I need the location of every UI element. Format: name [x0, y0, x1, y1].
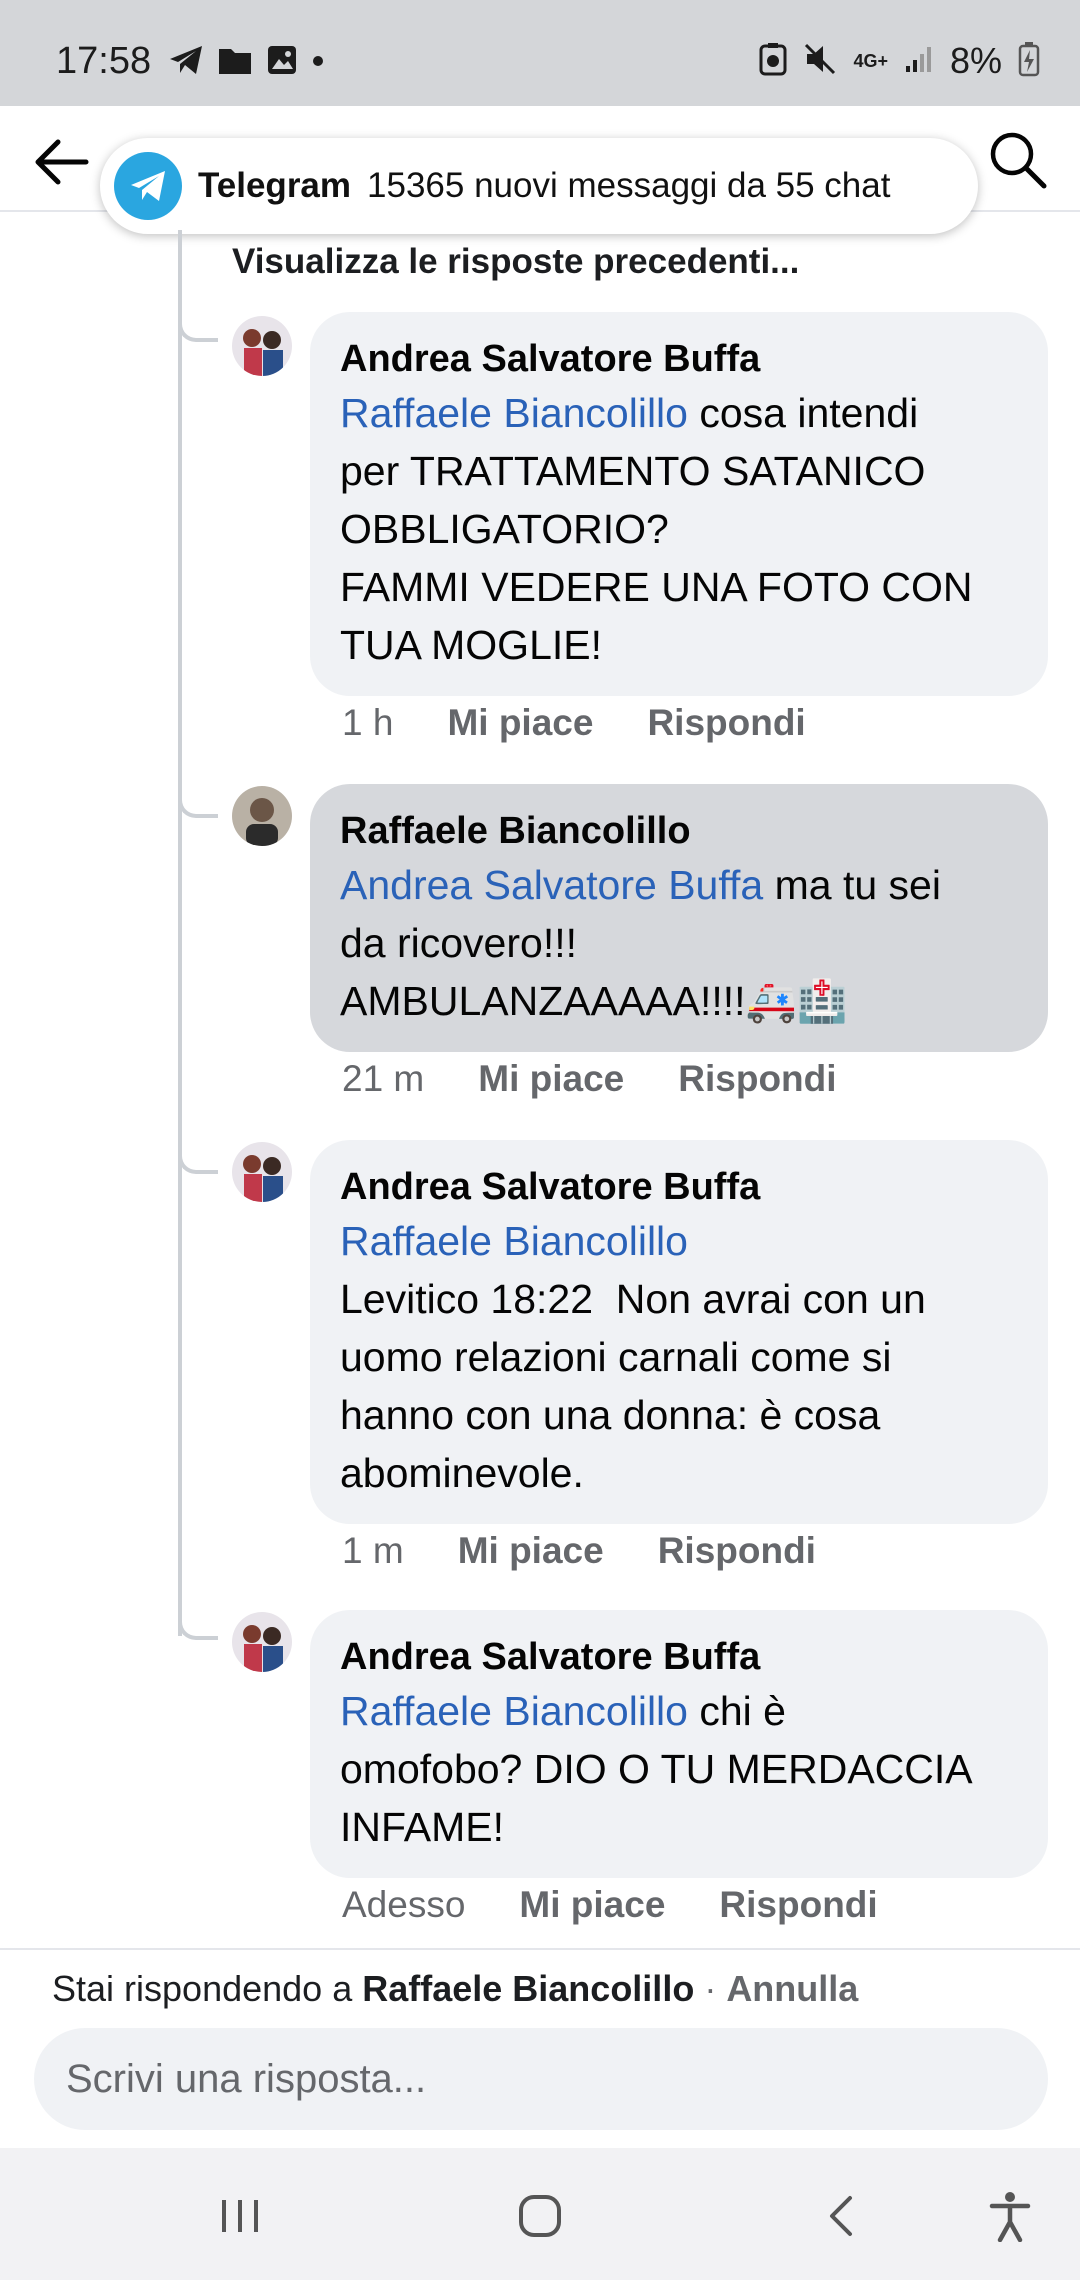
thread-line	[178, 230, 182, 1636]
reply-input-placeholder: Scrivi una risposta...	[66, 2056, 427, 2101]
accessibility-icon	[989, 2192, 1031, 2242]
comment-bubble[interactable]: Andrea Salvatore Buffa Raffaele Biancoli…	[310, 312, 1048, 696]
accessibility-button[interactable]	[978, 2184, 1042, 2248]
comment-author[interactable]: Andrea Salvatore Buffa	[340, 1632, 1018, 1682]
comment-time[interactable]: Adesso	[342, 1884, 465, 1926]
comment-mention[interactable]: Raffaele Biancolillo	[340, 1218, 688, 1264]
comment-bubble[interactable]: Andrea Salvatore Buffa Raffaele Biancoli…	[310, 1610, 1048, 1878]
search-button[interactable]	[986, 128, 1050, 192]
telegram-notification[interactable]: Telegram 15365 nuovi messaggi da 55 chat	[100, 138, 978, 234]
comment-bubble-selected[interactable]: Raffaele Biancolillo Andrea Salvatore Bu…	[310, 784, 1048, 1052]
comment-time[interactable]: 21 m	[342, 1058, 424, 1100]
comment-author[interactable]: Andrea Salvatore Buffa	[340, 334, 1018, 384]
home-icon	[519, 2195, 561, 2237]
comment-bubble[interactable]: Andrea Salvatore Buffa Raffaele Biancoli…	[310, 1140, 1048, 1524]
status-bar: 17:58 4G+ 8%	[0, 0, 1080, 106]
back-nav-button[interactable]	[810, 2184, 874, 2248]
comment-mention[interactable]: Andrea Salvatore Buffa	[340, 862, 763, 908]
mute-icon	[803, 42, 837, 81]
status-time: 17:58	[56, 40, 152, 82]
thread-branch	[178, 1150, 218, 1174]
previous-replies-link[interactable]: Visualizza le risposte precedenti...	[232, 242, 799, 282]
back-chevron-icon	[830, 2196, 852, 2236]
battery-percent: 8%	[949, 40, 1002, 81]
back-button[interactable]	[30, 130, 94, 194]
avatar[interactable]	[232, 1142, 292, 1202]
reply-button[interactable]: Rispondi	[647, 702, 805, 744]
comment-actions: 21 m Mi piace Rispondi	[342, 1058, 837, 1100]
comment-actions: 1 h Mi piace Rispondi	[342, 702, 806, 744]
thread-branch	[178, 1616, 218, 1640]
image-icon	[266, 44, 298, 81]
comment-text: Levitico 18:22 Non avrai con un uomo rel…	[340, 1276, 926, 1496]
signal-icon	[904, 44, 934, 79]
avatar[interactable]	[232, 786, 292, 846]
comment-mention[interactable]: Raffaele Biancolillo	[340, 390, 688, 436]
status-system-icons: 4G+ 8%	[759, 40, 1040, 82]
recent-apps-icon	[222, 2200, 258, 2232]
avatar[interactable]	[232, 316, 292, 376]
status-notification-icons	[168, 44, 324, 81]
like-button[interactable]: Mi piace	[458, 1530, 604, 1572]
avatar[interactable]	[232, 1612, 292, 1672]
comment-time[interactable]: 1 m	[342, 1530, 404, 1572]
replying-to-banner: Stai rispondendo a Raffaele Biancolillo …	[52, 1968, 858, 2010]
telegram-icon	[114, 152, 182, 220]
cancel-reply-button[interactable]: Annulla	[726, 1968, 858, 2009]
notification-app-name: Telegram	[198, 166, 352, 205]
comment-actions: 1 m Mi piace Rispondi	[342, 1530, 816, 1572]
comment-mention[interactable]: Raffaele Biancolillo	[340, 1688, 688, 1734]
like-button[interactable]: Mi piace	[478, 1058, 624, 1100]
comment-actions: Adesso Mi piace Rispondi	[342, 1884, 878, 1926]
comment-author[interactable]: Raffaele Biancolillo	[340, 806, 1018, 856]
folder-icon	[218, 45, 252, 80]
home-button[interactable]	[508, 2184, 572, 2248]
replying-prefix: Stai rispondendo a	[52, 1968, 363, 2009]
reply-button[interactable]: Rispondi	[678, 1058, 836, 1100]
system-nav-bar	[0, 2148, 1080, 2280]
search-icon	[990, 132, 1047, 189]
reply-button[interactable]: Rispondi	[658, 1530, 816, 1572]
telegram-status-icon	[168, 44, 204, 81]
replying-target[interactable]: Raffaele Biancolillo	[362, 1968, 694, 2009]
notification-message: 15365 nuovi messaggi da 55 chat	[367, 166, 891, 205]
reply-button[interactable]: Rispondi	[719, 1884, 877, 1926]
back-arrow-icon	[35, 139, 89, 185]
comment-time[interactable]: 1 h	[342, 702, 393, 744]
replying-separator: ·	[694, 1968, 727, 2009]
thread-branch	[178, 794, 218, 818]
reply-input[interactable]: Scrivi una risposta...	[34, 2028, 1048, 2130]
thread-branch	[178, 318, 218, 342]
recent-apps-button[interactable]	[208, 2184, 272, 2248]
network-4g-icon: 4G+	[853, 50, 888, 71]
dot-icon	[312, 54, 324, 72]
like-button[interactable]: Mi piace	[447, 702, 593, 744]
like-button[interactable]: Mi piace	[519, 1884, 665, 1926]
comment-author[interactable]: Andrea Salvatore Buffa	[340, 1162, 1018, 1212]
battery-charging-icon	[1018, 41, 1040, 82]
recycle-icon	[759, 42, 787, 81]
